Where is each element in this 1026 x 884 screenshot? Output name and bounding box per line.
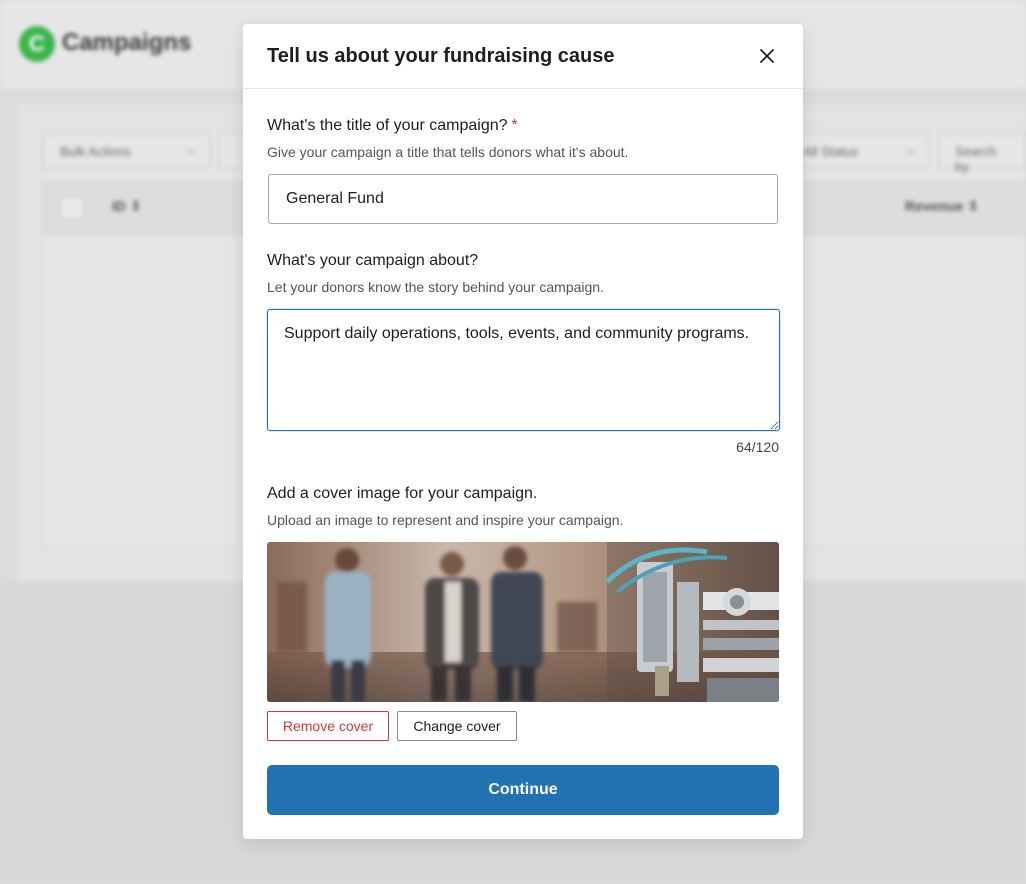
change-cover-button[interactable]: Change cover bbox=[397, 711, 517, 741]
modal-title: Tell us about your fundraising cause bbox=[267, 44, 615, 67]
cover-image-help: Upload an image to represent and inspire… bbox=[267, 512, 624, 528]
close-button[interactable] bbox=[755, 44, 779, 68]
cover-image-preview bbox=[267, 542, 779, 702]
campaign-description-label: What's your campaign about? bbox=[267, 252, 479, 269]
status-filter-label: All Status bbox=[803, 144, 858, 159]
search-input[interactable]: Search by bbox=[938, 133, 1026, 174]
close-icon bbox=[760, 49, 774, 63]
fundraising-cause-modal: Tell us about your fundraising cause Wha… bbox=[243, 24, 803, 839]
campaign-title-label: What's the title of your campaign? * bbox=[267, 117, 518, 134]
select-all-checkbox[interactable] bbox=[60, 196, 84, 220]
remove-cover-button[interactable]: Remove cover bbox=[267, 711, 389, 741]
sort-icon: ⇕ bbox=[967, 198, 979, 214]
modal-header: Tell us about your fundraising cause bbox=[243, 24, 803, 89]
bulk-actions-label: Bulk Actions bbox=[60, 144, 131, 159]
column-revenue-header[interactable]: Revenue ⇕ bbox=[905, 198, 979, 215]
campaign-description-help: Let your donors know the story behind yo… bbox=[267, 279, 604, 295]
character-count: 64/120 bbox=[736, 439, 779, 455]
chevron-down-icon: ⌵ bbox=[186, 143, 196, 157]
status-filter-select[interactable]: All Status ⌵ bbox=[786, 133, 930, 169]
cover-image-label: Add a cover image for your campaign. bbox=[267, 485, 538, 502]
campaign-title-input[interactable] bbox=[268, 174, 778, 224]
required-indicator: * bbox=[511, 117, 518, 134]
bulk-actions-select[interactable]: Bulk Actions ⌵ bbox=[43, 133, 211, 169]
campaign-title-help: Give your campaign a title that tells do… bbox=[267, 144, 629, 160]
campaign-description-textarea[interactable]: Support daily operations, tools, events,… bbox=[267, 309, 780, 431]
app-logo-icon: C bbox=[19, 26, 55, 62]
chevron-down-icon: ⌵ bbox=[905, 143, 915, 157]
continue-button[interactable]: Continue bbox=[267, 765, 779, 815]
column-id-header[interactable]: ID ⇕ bbox=[112, 198, 142, 215]
app-title: Campaigns bbox=[62, 29, 192, 56]
sort-icon: ⇕ bbox=[129, 198, 142, 214]
